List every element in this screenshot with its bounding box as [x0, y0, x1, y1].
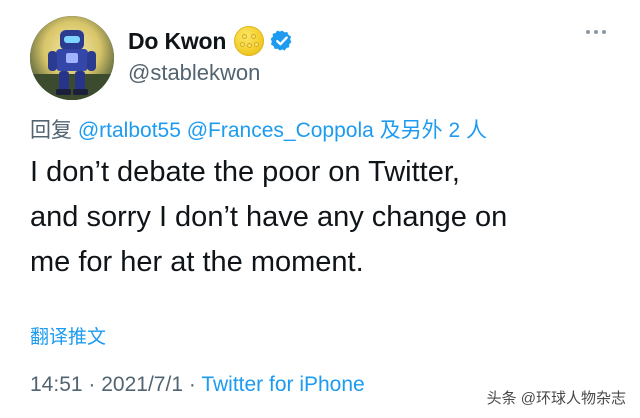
avatar[interactable] — [30, 16, 114, 100]
author-name-row[interactable]: Do Kwon — [128, 26, 294, 56]
tweet-line: I don’t debate the poor on Twitter, — [30, 156, 460, 188]
meta-separator: · — [88, 373, 96, 396]
verified-badge-icon — [270, 30, 292, 51]
tweet-body: I don’t debate the poor on Twitter, and … — [30, 150, 620, 285]
author-handle[interactable]: @stablekwon — [128, 60, 260, 86]
others-link[interactable]: 及另外 2 人 — [380, 119, 487, 142]
tweet-metadata: 14:51 · 2021/7/1 · Twitter for iPhone — [30, 373, 365, 397]
robot-avatar-icon — [30, 16, 114, 100]
tweet-line: me for her at the moment. — [30, 246, 364, 278]
mention-link-rtalbot55[interactable]: @rtalbot55 — [78, 119, 181, 142]
tweet-source-link[interactable]: Twitter for iPhone — [201, 373, 364, 396]
replying-to-line: 回复 @rtalbot55 @Frances_Coppola 及另外 2 人 — [30, 114, 487, 144]
yellow-coin-emoji-icon — [234, 26, 265, 56]
mention-link-frances-coppola[interactable]: @Frances_Coppola — [187, 119, 374, 142]
watermark: 头条 @环球人物杂志 — [486, 390, 626, 407]
tweet-line: and sorry I don’t have any change on — [30, 201, 508, 233]
tweet-date[interactable]: 2021/7/1 — [101, 373, 183, 396]
translate-tweet-link[interactable]: 翻译推文 — [30, 322, 106, 349]
tweet-time[interactable]: 14:51 — [30, 373, 83, 396]
more-options-icon[interactable] — [586, 30, 606, 34]
display-name[interactable]: Do Kwon — [128, 28, 226, 55]
reply-prefix: 回复 — [30, 119, 72, 142]
meta-separator: · — [188, 373, 196, 396]
